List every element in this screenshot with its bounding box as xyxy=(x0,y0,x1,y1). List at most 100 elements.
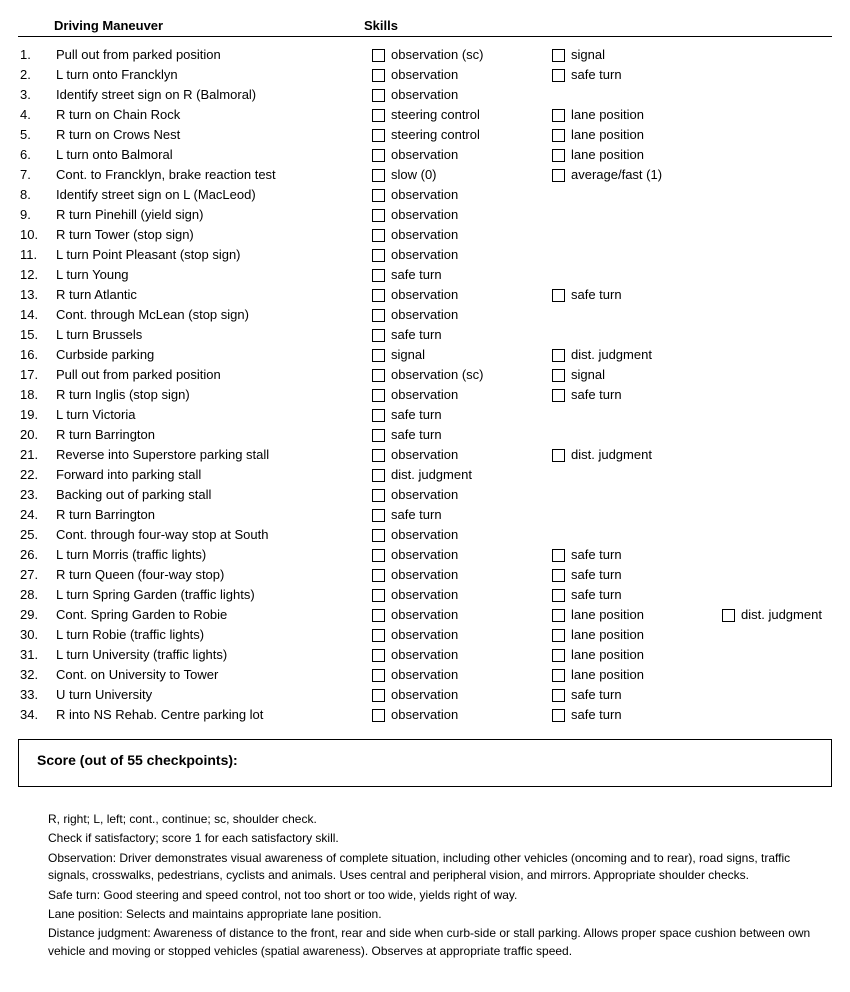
skills-cell: observation xyxy=(372,485,832,505)
maneuver-text: L turn University (traffic lights) xyxy=(56,645,372,665)
checkbox[interactable] xyxy=(372,209,385,222)
checkbox[interactable] xyxy=(552,109,565,122)
row-number: 33. xyxy=(18,685,56,705)
skills-cell: observation lane position xyxy=(372,625,832,645)
checkbox[interactable] xyxy=(552,69,565,82)
skill-item: observation xyxy=(372,245,552,265)
checkbox[interactable] xyxy=(552,669,565,682)
checkbox[interactable] xyxy=(552,169,565,182)
checkbox[interactable] xyxy=(552,129,565,142)
checkbox[interactable] xyxy=(372,469,385,482)
skill-item: observation xyxy=(372,65,552,85)
checkbox[interactable] xyxy=(552,589,565,602)
checkbox[interactable] xyxy=(372,229,385,242)
skills-cell: observation xyxy=(372,225,832,245)
checkbox[interactable] xyxy=(372,249,385,262)
maneuver-text: U turn University xyxy=(56,685,372,705)
skill-label: lane position xyxy=(571,625,644,645)
table-row: 2.L turn onto Francklynobservationsafe t… xyxy=(18,65,832,85)
skills-cell: observation xyxy=(372,305,832,325)
checkbox[interactable] xyxy=(372,709,385,722)
skill-label: observation xyxy=(391,685,458,705)
checkbox[interactable] xyxy=(372,369,385,382)
skills-cell: safe turn xyxy=(372,405,832,425)
checkbox[interactable] xyxy=(552,689,565,702)
checkbox[interactable] xyxy=(552,549,565,562)
skill-label: observation xyxy=(391,565,458,585)
footnote-line: Check if satisfactory; score 1 for each … xyxy=(48,830,822,847)
checkbox[interactable] xyxy=(552,649,565,662)
checkbox[interactable] xyxy=(552,569,565,582)
header-maneuver: Driving Maneuver xyxy=(54,18,364,33)
skill-item: observation xyxy=(372,185,552,205)
table-row: 29.Cont. Spring Garden to Robieobservati… xyxy=(18,605,832,625)
checkbox[interactable] xyxy=(552,49,565,62)
skill-label: safe turn xyxy=(571,565,622,585)
checkbox[interactable] xyxy=(372,429,385,442)
table-row: 19.L turn Victoriasafe turn xyxy=(18,405,832,425)
checkbox[interactable] xyxy=(372,309,385,322)
checkbox[interactable] xyxy=(372,689,385,702)
checkbox[interactable] xyxy=(372,149,385,162)
skill-item: safe turn xyxy=(372,505,552,525)
row-number: 10. xyxy=(18,225,56,245)
checkbox[interactable] xyxy=(372,589,385,602)
checkbox[interactable] xyxy=(372,189,385,202)
checkbox[interactable] xyxy=(552,609,565,622)
checkbox[interactable] xyxy=(372,669,385,682)
checkbox[interactable] xyxy=(722,609,735,622)
checkbox[interactable] xyxy=(372,109,385,122)
row-number: 17. xyxy=(18,365,56,385)
checkbox[interactable] xyxy=(372,129,385,142)
skill-item: observation xyxy=(372,205,552,225)
maneuver-list: 1.Pull out from parked positionobservati… xyxy=(18,45,832,725)
checkbox[interactable] xyxy=(372,289,385,302)
checkbox[interactable] xyxy=(372,169,385,182)
checkbox[interactable] xyxy=(372,269,385,282)
row-number: 6. xyxy=(18,145,56,165)
checkbox[interactable] xyxy=(372,349,385,362)
checkbox[interactable] xyxy=(372,409,385,422)
skills-cell: observation safe turn xyxy=(372,685,832,705)
skill-label: observation xyxy=(391,705,458,725)
checkbox[interactable] xyxy=(372,549,385,562)
row-number: 29. xyxy=(18,605,56,625)
checkbox[interactable] xyxy=(372,389,385,402)
skills-cell: slow (0)average/fast (1) xyxy=(372,165,832,185)
skill-label: lane position xyxy=(571,645,644,665)
checkbox[interactable] xyxy=(372,89,385,102)
table-row: 4.R turn on Chain Rocksteering controlla… xyxy=(18,105,832,125)
checkbox[interactable] xyxy=(372,49,385,62)
skill-label: safe turn xyxy=(391,405,442,425)
checkbox[interactable] xyxy=(552,289,565,302)
skills-cell: observation (sc)signal xyxy=(372,365,832,385)
checkbox[interactable] xyxy=(372,609,385,622)
checkbox[interactable] xyxy=(552,149,565,162)
skill-label: observation xyxy=(391,625,458,645)
checkbox[interactable] xyxy=(372,449,385,462)
skill-item: safe turn xyxy=(552,65,722,85)
skill-label: safe turn xyxy=(571,685,622,705)
checkbox[interactable] xyxy=(372,629,385,642)
checkbox[interactable] xyxy=(552,629,565,642)
checkbox[interactable] xyxy=(552,369,565,382)
maneuver-text: L turn Victoria xyxy=(56,405,372,425)
checkbox[interactable] xyxy=(372,529,385,542)
maneuver-text: Identify street sign on L (MacLeod) xyxy=(56,185,372,205)
checkbox[interactable] xyxy=(372,649,385,662)
checkbox[interactable] xyxy=(552,389,565,402)
checkbox[interactable] xyxy=(552,709,565,722)
table-row: 17.Pull out from parked positionobservat… xyxy=(18,365,832,385)
skill-item: dist. judgment xyxy=(722,605,822,625)
checkbox[interactable] xyxy=(372,489,385,502)
checkbox[interactable] xyxy=(372,69,385,82)
skill-label: safe turn xyxy=(391,265,442,285)
skill-item: observation xyxy=(372,385,552,405)
checkbox[interactable] xyxy=(552,449,565,462)
skill-item: signal xyxy=(552,45,722,65)
checkbox[interactable] xyxy=(552,349,565,362)
checkbox[interactable] xyxy=(372,509,385,522)
checkbox[interactable] xyxy=(372,329,385,342)
table-row: 13.R turn Atlanticobservationsafe turn xyxy=(18,285,832,305)
checkbox[interactable] xyxy=(372,569,385,582)
